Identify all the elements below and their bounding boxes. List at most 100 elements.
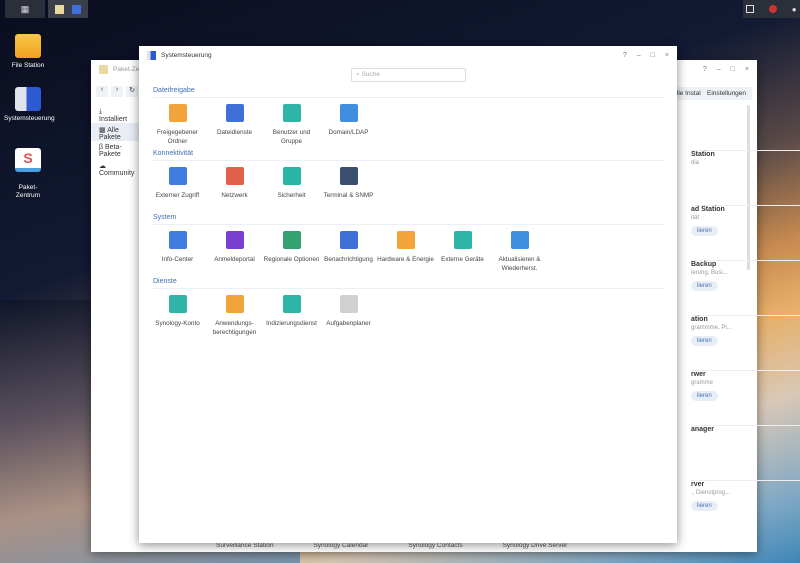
folder-icon	[15, 34, 41, 58]
cp-item-icon	[339, 167, 358, 185]
sidebar-item-community[interactable]: ☁ Community	[91, 159, 139, 177]
cp-item-label: Freigegebener Ordner	[157, 129, 198, 145]
cp-item-label: Aufgabenplaner	[326, 320, 371, 327]
install-button[interactable]: lieren	[691, 336, 718, 346]
cp-item-domain-ldap[interactable]: Domain/LDAP	[320, 104, 377, 137]
package-card[interactable]: rver ., Dienstprog... lieren	[691, 480, 800, 536]
package-name: ation	[691, 316, 708, 323]
sidebar-item-alle-pakete[interactable]: ▦ Alle Pakete	[91, 123, 139, 141]
cp-item-terminal-snmp[interactable]: Terminal & SNMP	[320, 167, 377, 200]
cp-item-hardware-energie[interactable]: Hardware & Energie	[377, 231, 434, 264]
notification-icon[interactable]	[769, 5, 778, 13]
cp-item-benutzer-und-gruppe[interactable]: Benutzer und Gruppe	[263, 104, 320, 146]
refresh-button[interactable]: ↻	[126, 86, 138, 97]
package-card[interactable]: anager	[691, 425, 800, 481]
package-center-icon: S	[15, 148, 41, 172]
install-button[interactable]: lieren	[691, 501, 718, 511]
taskbar-open-apps[interactable]	[48, 0, 88, 18]
package-name: rwer	[691, 371, 706, 378]
back-button[interactable]: ‹	[96, 86, 108, 97]
help-icon[interactable]: ?	[703, 66, 707, 73]
maximize-icon[interactable]: □	[651, 52, 655, 59]
install-button[interactable]: lieren	[691, 281, 718, 291]
package-desc: ierung, Busi...	[691, 270, 728, 276]
section-header: System	[153, 214, 665, 225]
cp-item-sicherheit[interactable]: Sicherheit	[263, 167, 320, 200]
desktop-paket-zentrum[interactable]: S Paket- Zentrum	[4, 140, 52, 200]
cp-item-icon	[168, 104, 187, 122]
cp-item-regionale-optionen[interactable]: Regionale Optionen	[263, 231, 320, 264]
close-icon[interactable]: ×	[745, 66, 749, 73]
cp-item-label: Indizierungsdienst	[266, 320, 317, 327]
cp-item-freigegebener-ordner[interactable]: Freigegebener Ordner	[149, 104, 206, 146]
cp-item-label: Externe Geräte	[441, 256, 484, 263]
cp-item-icon	[282, 295, 301, 313]
systemsteuerung-window: Systemsteuerung ? – □ × ⌕ Suche Dateifreiga…	[139, 46, 677, 543]
package-card[interactable]: ation grammme, Pr... lieren	[691, 315, 800, 371]
package-desc: dia	[691, 160, 700, 166]
settings-button[interactable]: Einstellungen	[701, 87, 753, 100]
cp-item-label: Anmeldeportal	[214, 256, 255, 263]
taskbar-tray: ●	[743, 0, 800, 18]
sidebar-item-beta[interactable]: β Beta-Pakete	[91, 141, 139, 159]
install-button[interactable]: lieren	[691, 391, 718, 401]
cp-item-externe-ger-te[interactable]: Externe Geräte	[434, 231, 491, 264]
package-name: Station	[691, 151, 715, 158]
cp-item-info-center[interactable]: Info-Center	[149, 231, 206, 264]
sidebar-label: Installiert	[99, 116, 128, 123]
cp-item-aktualisieren-wiederherst-[interactable]: Aktualisieren & Wiederherst.	[491, 231, 548, 273]
section-header: Dateifreigabe	[153, 87, 665, 98]
cp-item-aufgabenplaner[interactable]: Aufgabenplaner	[320, 295, 377, 328]
cp-titlebar[interactable]: Systemsteuerung ? – □ ×	[139, 46, 677, 64]
main-menu-button[interactable]: ▦	[5, 0, 45, 18]
package-card[interactable]: ad Station ität lieren	[691, 205, 800, 261]
sidebar-label: Beta-Pakete	[99, 144, 122, 158]
cp-item-icon	[339, 295, 358, 313]
cp-item-indizierungsdienst[interactable]: Indizierungsdienst	[263, 295, 320, 328]
package-tile[interactable]: Synology Contacts	[408, 542, 462, 549]
search-placeholder: Suche	[361, 71, 380, 78]
cp-item-externer-zugriff[interactable]: Externer Zugriff	[149, 167, 206, 200]
desktop-systemsteuerung[interactable]: Systemsteuerung	[4, 87, 55, 123]
cp-item-icon	[282, 167, 301, 185]
maximize-icon[interactable]: □	[731, 66, 735, 73]
package-tile[interactable]: Synology Calendar	[313, 542, 368, 549]
minimize-icon[interactable]: –	[637, 52, 641, 59]
package-tile[interactable]: Synology Drive Server	[503, 542, 568, 549]
systemsteuerung-icon	[72, 4, 81, 14]
cp-item-label: Synology-Konto	[155, 320, 200, 327]
package-name: rver	[691, 481, 705, 488]
desktop-file-station[interactable]: File Station	[4, 34, 52, 70]
taskbar: ▦ ●	[0, 0, 800, 18]
cp-item-label: Dateidienste	[216, 129, 252, 136]
package-tile[interactable]: Surveillance Station	[216, 542, 273, 549]
cp-item-dateidienste[interactable]: Dateidienste	[206, 104, 263, 137]
cp-item-synology-konto[interactable]: Synology-Konto	[149, 295, 206, 328]
widgets-icon[interactable]	[746, 5, 755, 13]
cp-item-anmeldeportal[interactable]: Anmeldeportal	[206, 231, 263, 264]
help-icon[interactable]: ?	[623, 52, 627, 59]
forward-button[interactable]: ›	[111, 86, 123, 97]
cp-item-netzwerk[interactable]: Netzwerk	[206, 167, 263, 200]
control-panel-icon	[15, 87, 41, 111]
package-card[interactable]: Station dia	[691, 150, 800, 206]
cp-item-icon	[225, 295, 244, 313]
minimize-icon[interactable]: –	[717, 66, 721, 73]
close-icon[interactable]: ×	[665, 52, 669, 59]
cp-item-label: Benachrichtigung	[324, 256, 373, 263]
package-card[interactable]: Backup ierung, Busi... lieren	[691, 260, 800, 316]
cp-item-icon	[282, 104, 301, 122]
cp-item-label: Domain/LDAP	[328, 129, 369, 136]
window-title: Systemsteuerung	[161, 51, 212, 59]
cp-item-icon	[396, 231, 415, 249]
package-card[interactable]: rwer gramme lieren	[691, 370, 800, 426]
cp-item-anwendungs-berechtigungen[interactable]: Anwendungs-berechtigungen	[206, 295, 263, 337]
install-button[interactable]: lieren	[691, 226, 718, 236]
cp-item-benachrichtigung[interactable]: Benachrichtigung	[320, 231, 377, 264]
cp-item-label: Anwendungs-berechtigungen	[212, 320, 257, 336]
sidebar-label: Community	[99, 170, 135, 177]
search-input[interactable]: ⌕ Suche	[351, 68, 466, 82]
sidebar-item-installiert[interactable]: ⤓ Installiert	[91, 105, 139, 123]
user-icon[interactable]: ●	[792, 5, 797, 14]
section-header: Konnektivität	[153, 150, 665, 161]
